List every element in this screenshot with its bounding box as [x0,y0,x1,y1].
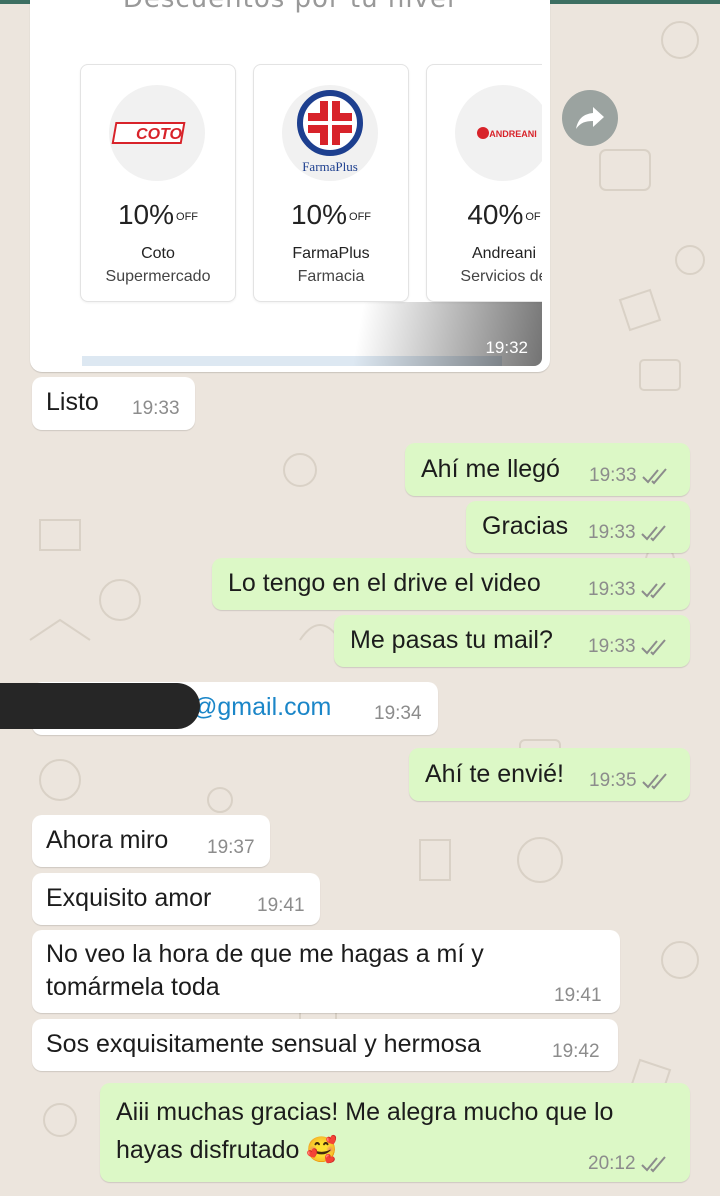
message-text: No veo la hora de que me hagas a mí y to… [46,940,484,1001]
email-link[interactable]: @gmail.com [192,693,331,722]
message-meta: 19:33 [132,398,180,420]
store-card-andreani: ANDREANI 40% OF Andreani Servicios de [426,64,542,302]
double-check-icon [640,1156,666,1173]
message-bubble-outgoing[interactable]: Aiii muchas gracias! Me alegra mucho que… [100,1083,690,1182]
message-bubble-outgoing[interactable]: Ahí te envié! 19:35 [409,748,690,801]
message-bubble-outgoing[interactable]: Lo tengo en el drive el video 19:33 [212,558,690,610]
message-time: 19:33 [588,522,636,543]
message-time: 19:37 [207,837,255,858]
message-bubble-outgoing[interactable]: Gracias 19:33 [466,501,690,553]
store-discount: 40% OF [467,199,541,230]
message-meta: 19:37 [207,837,255,859]
message-meta: 19:34 [374,703,422,725]
message-text: Lo tengo en el drive el video [228,569,541,597]
message-time: 19:33 [588,636,636,657]
message-text: Me pasas tu mail? [350,626,553,654]
redaction-bar [0,683,200,729]
message-meta: 19:42 [552,1041,600,1063]
message-text: Gracias [482,512,569,540]
message-time: 19:33 [588,579,636,600]
message-time: 19:33 [132,398,180,419]
message-bubble-incoming[interactable]: Exquisito amor 19:41 [32,873,320,925]
store-name: FarmaPlus [292,245,370,262]
message-text: Ahí me llegó [421,455,560,483]
double-check-icon [640,525,666,542]
message-time: 20:12 [588,1153,636,1174]
store-discount: 10% OFF [290,199,372,230]
store-name: Coto [141,245,175,262]
message-meta: 19:35 [589,770,671,792]
message-text: Ahí te envié! [425,760,564,788]
store-card-coto: COTO 10% OFF Coto Supermercado [80,64,236,302]
message-text: Listo [46,388,99,416]
message-time: 19:41 [257,895,305,916]
message-bubble-incoming[interactable]: No veo la hora de que me hagas a mí y to… [32,930,620,1013]
message-text: Ahora miro [46,826,169,854]
message-meta: 20:12 [588,1153,670,1175]
image-message[interactable]: Descuentos por tu nivel COTO 10%OFF Coto… [30,0,550,372]
double-check-icon [640,582,666,599]
message-bubble-outgoing[interactable]: Ahí me llegó 19:33 [405,443,690,496]
message-time: 19:35 [589,770,637,791]
farmaplus-logo-text: FarmaPlus [302,159,358,174]
message-bubble-incoming[interactable]: Listo 19:33 [32,377,195,430]
message-time: 19:32 [485,338,528,357]
message-bubble-incoming[interactable]: Sos exquisitamente sensual y hermosa 19:… [32,1019,618,1071]
message-text: Sos exquisitamente sensual y hermosa [46,1030,481,1058]
message-time: 19:34 [374,703,422,724]
message-bubble-incoming[interactable]: Ahora miro 19:37 [32,815,270,867]
store-discount: 10% OFF [117,199,199,230]
message-bubble-outgoing[interactable]: Me pasas tu mail? 19:33 [334,615,690,667]
coto-logo-text: COTO [136,126,182,143]
message-text: Exquisito amor [46,884,212,912]
message-meta: 19:33 [589,465,671,487]
farmaplus-logo: FarmaPlus [282,85,378,181]
store-card-farmaplus: FarmaPlus 10% OFF FarmaPlus Farmacia [253,64,409,302]
double-check-icon [641,468,667,485]
message-time: 19:42 [552,1041,600,1062]
forward-button[interactable] [562,90,618,146]
message-time: 19:41 [554,985,602,1006]
message-time: 19:33 [589,465,637,486]
double-check-icon [640,639,666,656]
andreani-logo: ANDREANI [455,85,542,181]
message-meta: 19:41 [257,895,305,917]
image-heading: Descuentos por tu nivel [36,0,542,14]
coto-logo: COTO [109,85,205,181]
message-meta: 19:33 [588,636,670,658]
store-name: Andreani [471,245,537,262]
forward-icon [576,107,604,129]
store-category: Supermercado [105,268,211,285]
store-category: Farmacia [297,268,365,285]
message-meta: 19:41 [554,985,602,1007]
andreani-logo-text: ANDREANI [489,129,537,139]
message-meta: 19:33 [588,522,670,544]
discount-screenshot[interactable]: Descuentos por tu nivel COTO 10%OFF Coto… [36,0,542,366]
message-meta: 19:33 [588,579,670,601]
double-check-icon [641,773,667,790]
store-category: Servicios de [460,268,542,285]
